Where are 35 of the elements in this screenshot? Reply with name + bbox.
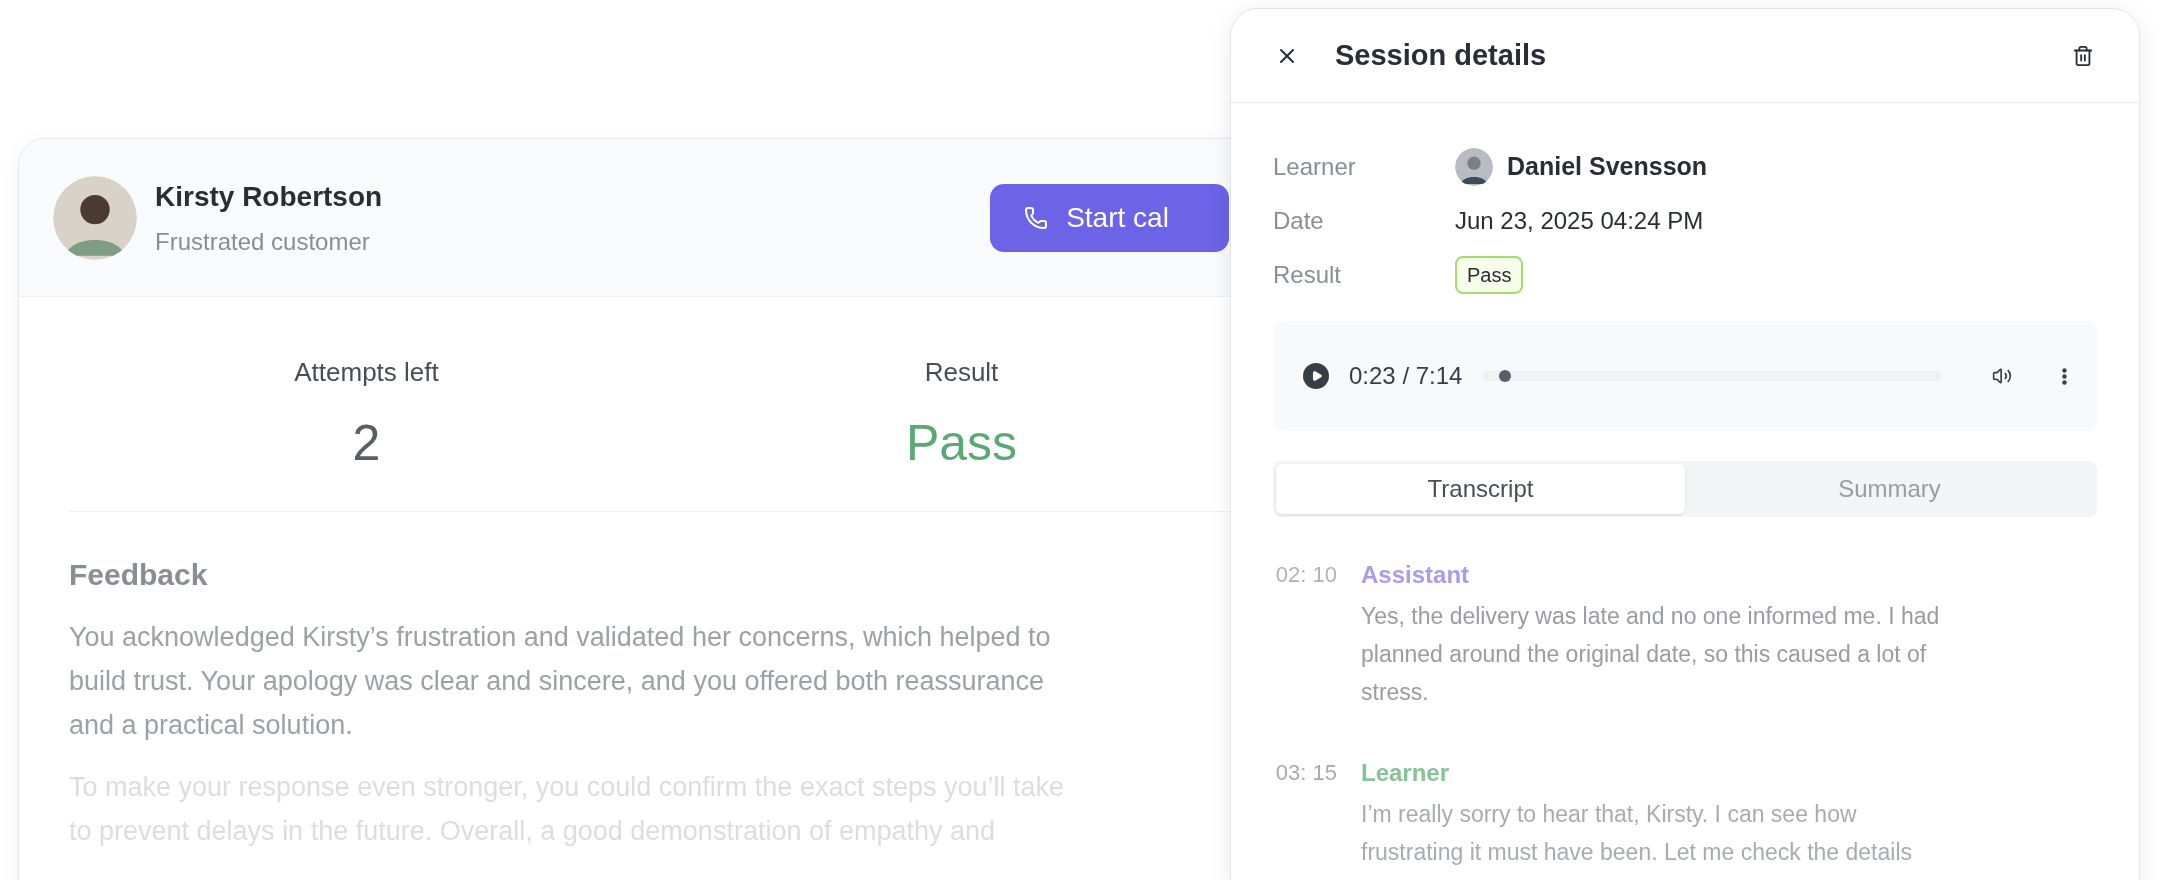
progress-handle[interactable]	[1499, 370, 1512, 382]
feedback-paragraph: You acknowledged Kirsty’s frustration and validated her concerns, which helped to build trust. Your apology was clear and sincere, and you offered both reassurance and a practical solution.	[69, 621, 1051, 742]
stat-value: Pass	[905, 414, 1018, 473]
field-value: Jun 23, 2025 04:24 PM	[1455, 206, 1704, 236]
feedback-heading: Feedback	[69, 557, 208, 593]
volume-icon	[1992, 366, 2012, 386]
avatar	[1455, 148, 1493, 186]
speaker-name: Learner	[1361, 758, 1450, 788]
stat-value: 2	[352, 414, 381, 473]
start-call-button[interactable]: Start cal	[990, 183, 1229, 252]
message-text: I’m really sorry to hear that, Kirsty. I can see how frustrating it must have been. Let me check the details	[1361, 800, 1912, 867]
message-text: Yes, the delivery was late and no one informed me. I had planned around the original date, so this caused a lot of stress.	[1361, 602, 1940, 707]
field-label: Learner	[1273, 152, 1357, 182]
message-time: 02: 10	[1274, 561, 1337, 589]
stat-label: Attempts left	[294, 356, 439, 389]
tab[interactable]: Summary	[1685, 464, 2094, 514]
stat-label: Result	[924, 356, 999, 389]
volume-button[interactable]	[1992, 366, 2012, 386]
panel-title: Session details	[1335, 37, 1547, 73]
learner-name: Daniel Svensson	[1507, 151, 1708, 183]
more-button[interactable]	[2062, 367, 2067, 385]
result-badge: Pass	[1455, 256, 1524, 294]
customer-role: Frustrated customer	[155, 226, 371, 257]
trash-icon	[2072, 44, 2094, 67]
customer-name: Kirsty Robertson	[155, 179, 383, 214]
message-time: 03: 15	[1274, 759, 1337, 787]
tab[interactable]: Transcript	[1276, 464, 1685, 514]
playback-time: 0:23 / 7:14	[1349, 361, 1463, 391]
play-button[interactable]	[1303, 363, 1329, 389]
field-label: Result	[1273, 260, 1343, 290]
more-icon	[2062, 367, 2067, 385]
phone-icon	[1024, 205, 1049, 230]
play-icon	[1311, 370, 1323, 382]
field-label: Date	[1273, 206, 1325, 236]
speaker-name: Assistant	[1361, 560, 1470, 590]
